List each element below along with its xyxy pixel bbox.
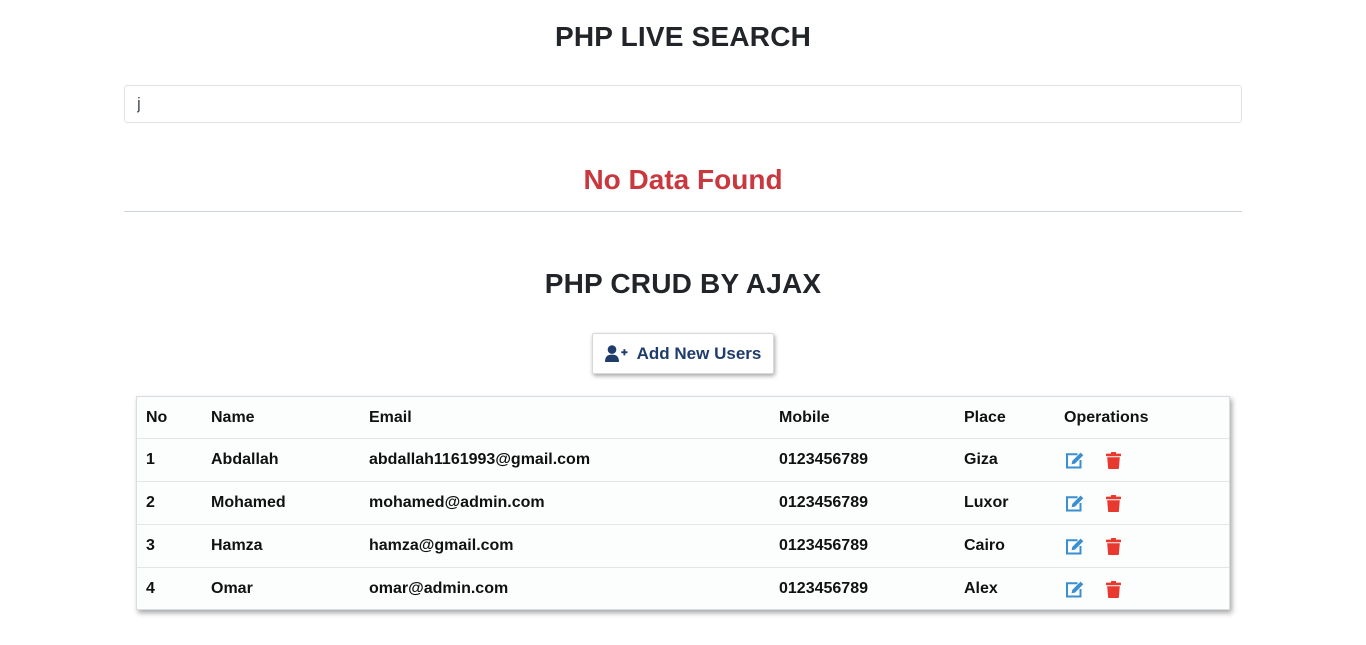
cell-mobile: 0123456789 bbox=[770, 438, 955, 482]
live-search-title: PHP LIVE SEARCH bbox=[554, 21, 812, 52]
table-row: 2 Mohamed mohamed@admin.com 0123456789 L… bbox=[137, 481, 1229, 525]
user-plus-icon bbox=[604, 345, 628, 362]
column-header-name: Name bbox=[202, 397, 360, 439]
cell-mobile: 0123456789 bbox=[770, 524, 955, 568]
column-header-place: Place bbox=[955, 397, 1055, 439]
cell-name: Hamza bbox=[202, 524, 360, 568]
cell-mobile: 0123456789 bbox=[779, 580, 868, 597]
add-new-users-button[interactable]: Add New Users bbox=[592, 333, 774, 374]
crud-title: PHP CRUD BY AJAX bbox=[544, 268, 822, 299]
column-header-email: Email bbox=[360, 397, 770, 439]
cell-place: Giza bbox=[955, 438, 1055, 482]
cell-place: Alex bbox=[964, 580, 998, 597]
cell-name: Mohamed bbox=[202, 481, 360, 525]
no-data-message: No Data Found bbox=[583, 164, 783, 195]
cell-mobile: 0123456789 bbox=[770, 481, 955, 525]
divider bbox=[124, 211, 1242, 212]
cell-email: abdallah1161993@gmail.com bbox=[360, 438, 770, 482]
column-header-no: No bbox=[137, 397, 202, 439]
cell-operations bbox=[1055, 524, 1229, 568]
cell-email: mohamed@admin.com bbox=[360, 481, 770, 525]
search-box bbox=[124, 85, 1242, 123]
edit-icon[interactable] bbox=[1065, 452, 1084, 469]
cell-email: hamza@gmail.com bbox=[360, 524, 770, 568]
table-row: 1 Abdallah abdallah1161993@gmail.com 012… bbox=[137, 438, 1229, 482]
cell-operations bbox=[1055, 568, 1229, 611]
table-header-row: No Name Email Mobile Place Operations bbox=[137, 397, 1229, 439]
cell-place: Cairo bbox=[955, 524, 1055, 568]
trash-icon[interactable] bbox=[1106, 580, 1121, 598]
edit-icon[interactable] bbox=[1065, 581, 1084, 598]
cell-no: 3 bbox=[137, 524, 202, 568]
trash-icon[interactable] bbox=[1106, 451, 1121, 469]
users-table: No Name Email Mobile Place Operations 1 … bbox=[137, 397, 1229, 610]
table-row: 3 Hamza hamza@gmail.com 0123456789 Cairo bbox=[137, 524, 1229, 568]
column-header-mobile: Mobile bbox=[770, 397, 955, 439]
trash-icon[interactable] bbox=[1106, 537, 1121, 555]
cell-email: omar@admin.com bbox=[369, 580, 509, 597]
edit-icon[interactable] bbox=[1065, 495, 1084, 512]
cell-name: Omar bbox=[211, 580, 253, 597]
column-header-operations: Operations bbox=[1055, 397, 1229, 439]
cell-no: 2 bbox=[137, 481, 202, 525]
cell-place: Luxor bbox=[955, 481, 1055, 525]
table-row: 4 Omar omar@admin.com 0123456789 Alex bbox=[137, 568, 1229, 611]
add-new-users-label: Add New Users bbox=[636, 343, 762, 363]
trash-icon[interactable] bbox=[1106, 494, 1121, 512]
cell-no: 4 bbox=[146, 580, 155, 597]
cell-operations bbox=[1055, 438, 1229, 482]
edit-icon[interactable] bbox=[1065, 538, 1084, 555]
cell-operations bbox=[1055, 481, 1229, 525]
cell-name: Abdallah bbox=[202, 438, 360, 482]
cell-no: 1 bbox=[137, 438, 202, 482]
page: PHP LIVE SEARCH No Data Found PHP CRUD B… bbox=[0, 0, 1366, 645]
search-input[interactable] bbox=[124, 85, 1242, 123]
users-table-card: No Name Email Mobile Place Operations 1 … bbox=[136, 396, 1230, 610]
